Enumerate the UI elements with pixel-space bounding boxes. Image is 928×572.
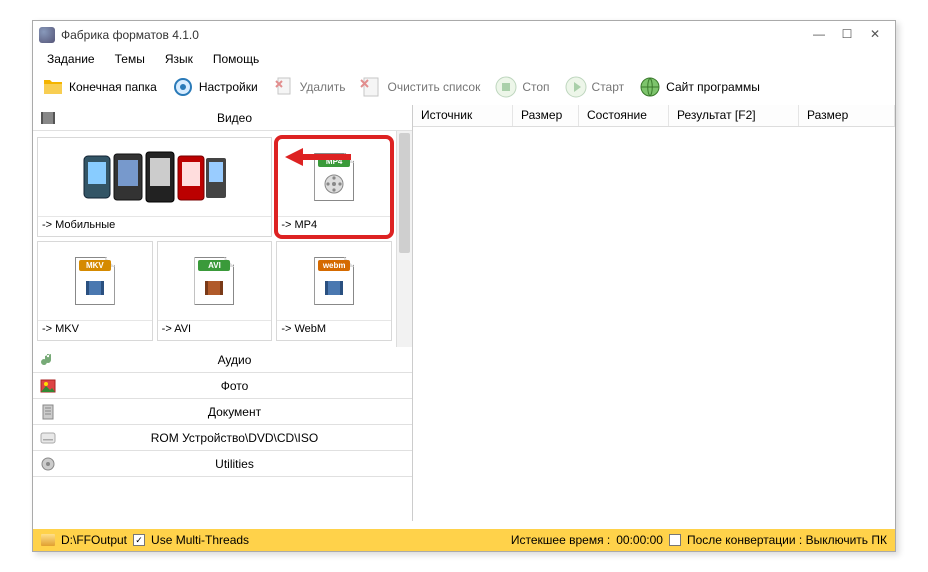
folder-icon (39, 73, 67, 101)
category-audio[interactable]: Аудио (33, 347, 412, 373)
menu-lang[interactable]: Язык (155, 50, 203, 68)
category-rom-label: ROM Устройство\DVD\CD\ISO (63, 431, 406, 445)
gear-icon (169, 73, 197, 101)
format-mp4-label: -> MP4 (277, 216, 391, 236)
format-mkv-label: -> MKV (38, 320, 152, 340)
clear-icon (357, 73, 385, 101)
stop-button[interactable]: Стоп (490, 71, 557, 103)
minimize-button[interactable]: — (805, 25, 833, 45)
app-window: Фабрика форматов 4.1.0 — ☐ ✕ Задание Тем… (32, 20, 896, 552)
settings-button[interactable]: Настройки (167, 71, 266, 103)
remove-label: Удалить (300, 80, 346, 94)
elapsed-value: 00:00:00 (616, 533, 663, 547)
window-title: Фабрика форматов 4.1.0 (61, 28, 805, 42)
right-panel: Источник Размер Состояние Результат [F2]… (413, 105, 895, 521)
format-grid: -> Мобильные MP4 -> MP4 (33, 131, 396, 347)
gear-sm-icon (39, 455, 57, 473)
mkv-icon: MKV (38, 242, 152, 320)
format-avi[interactable]: AVI -> AVI (157, 241, 273, 341)
maximize-button[interactable]: ☐ (833, 25, 861, 45)
multithreads-label: Use Multi-Threads (151, 533, 249, 547)
category-rom[interactable]: ROM Устройство\DVD\CD\ISO (33, 425, 412, 451)
category-photo-label: Фото (63, 379, 406, 393)
stop-icon (492, 73, 520, 101)
after-conv-checkbox[interactable] (669, 534, 681, 546)
left-panel: Видео (33, 105, 413, 521)
clear-label: Очистить список (387, 80, 480, 94)
category-audio-label: Аудио (63, 353, 406, 367)
close-button[interactable]: ✕ (861, 25, 889, 45)
format-webm-label: -> WebM (277, 320, 391, 340)
stop-label: Стоп (522, 80, 549, 94)
menu-help[interactable]: Помощь (203, 50, 269, 68)
after-conv-label: После конвертации : Выключить ПК (687, 533, 887, 547)
format-mkv[interactable]: MKV -> MKV (37, 241, 153, 341)
other-categories: Аудио Фото Документ ROM Устройство\DVD\C… (33, 347, 412, 521)
scrollbar[interactable] (396, 131, 412, 347)
category-photo[interactable]: Фото (33, 373, 412, 399)
format-mp4[interactable]: MP4 -> MP4 (276, 137, 392, 237)
category-document-label: Документ (63, 405, 406, 419)
format-mobile-label: -> Мобильные (38, 216, 271, 236)
webm-icon: webm (277, 242, 391, 320)
menu-themes[interactable]: Темы (105, 50, 155, 68)
status-folder-icon[interactable] (41, 534, 55, 546)
website-button[interactable]: Сайт программы (634, 71, 768, 103)
output-path[interactable]: D:\FFOutput (61, 533, 127, 547)
toolbar: Конечная папка Настройки Удалить Очистит… (33, 69, 895, 105)
status-bar: D:\FFOutput ✓ Use Multi-Threads Истекшее… (33, 529, 895, 551)
col-state[interactable]: Состояние (579, 105, 669, 126)
output-folder-button[interactable]: Конечная папка (37, 71, 165, 103)
document-icon (39, 403, 57, 421)
category-utilities[interactable]: Utilities (33, 451, 412, 477)
menu-task[interactable]: Задание (37, 50, 105, 68)
category-video[interactable]: Видео (33, 105, 412, 131)
settings-label: Настройки (199, 80, 258, 94)
file-list[interactable] (413, 127, 895, 521)
multithreads-checkbox[interactable]: ✓ (133, 534, 145, 546)
col-result[interactable]: Результат [F2] (669, 105, 799, 126)
mobile-devices-icon (38, 138, 271, 216)
globe-icon (636, 73, 664, 101)
format-webm[interactable]: webm -> WebM (276, 241, 392, 341)
file-list-header: Источник Размер Состояние Результат [F2]… (413, 105, 895, 127)
category-document[interactable]: Документ (33, 399, 412, 425)
avi-icon: AVI (158, 242, 272, 320)
titlebar: Фабрика форматов 4.1.0 — ☐ ✕ (33, 21, 895, 49)
disc-drive-icon (39, 429, 57, 447)
menubar: Задание Темы Язык Помощь (33, 49, 895, 69)
website-label: Сайт программы (666, 80, 760, 94)
play-icon (562, 73, 590, 101)
col-size2[interactable]: Размер (799, 105, 895, 126)
start-button[interactable]: Старт (560, 71, 633, 103)
photo-icon (39, 377, 57, 395)
clear-button[interactable]: Очистить список (355, 71, 488, 103)
format-grid-wrap: -> Мобильные MP4 -> MP4 (33, 131, 412, 347)
category-video-label: Видео (63, 111, 406, 125)
app-icon (39, 27, 55, 43)
col-source[interactable]: Источник (413, 105, 513, 126)
output-folder-label: Конечная папка (69, 80, 157, 94)
remove-icon (270, 73, 298, 101)
video-icon (39, 109, 57, 127)
category-utilities-label: Utilities (63, 457, 406, 471)
elapsed-label: Истекшее время : (511, 533, 610, 547)
start-label: Старт (592, 80, 625, 94)
format-avi-label: -> AVI (158, 320, 272, 340)
col-size[interactable]: Размер (513, 105, 579, 126)
remove-button[interactable]: Удалить (268, 71, 354, 103)
main-area: Видео (33, 105, 895, 521)
audio-icon (39, 351, 57, 369)
format-mobile[interactable]: -> Мобильные (37, 137, 272, 237)
mp4-icon: MP4 (277, 138, 391, 216)
